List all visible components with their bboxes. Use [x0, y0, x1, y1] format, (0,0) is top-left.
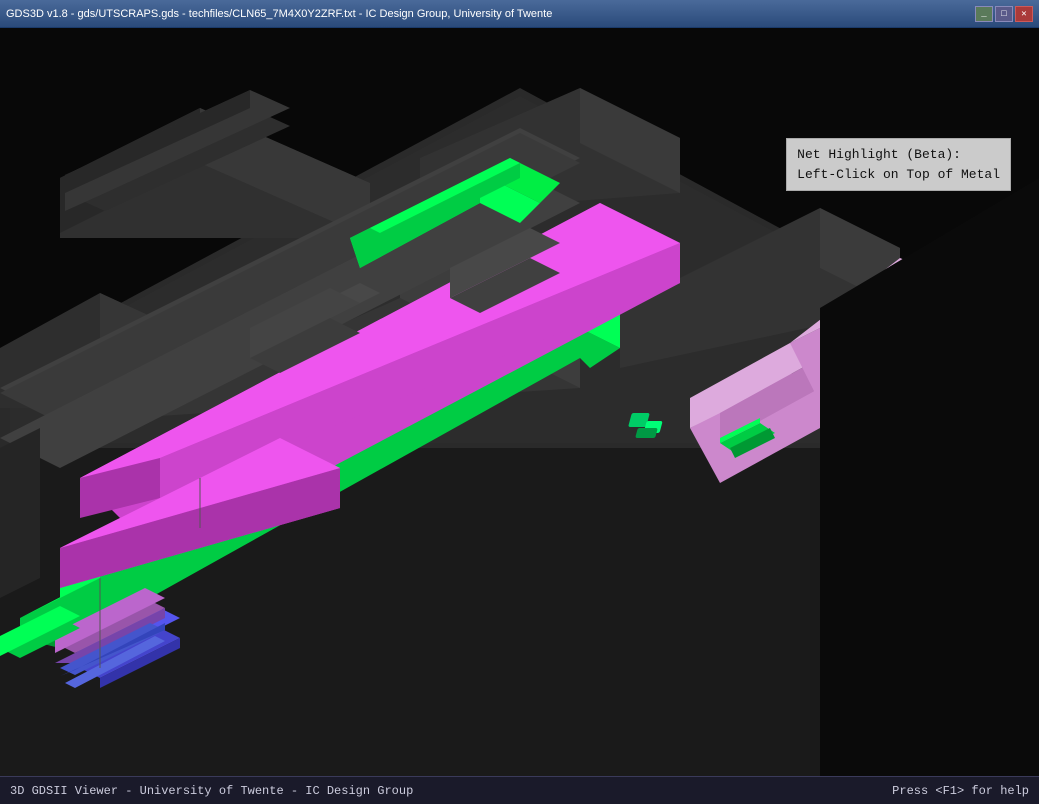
net-highlight-line2: Left-Click on Top of Metal	[797, 165, 1000, 185]
title-bar: GDS3D v1.8 - gds/UTSCRAPS.gds - techfile…	[0, 0, 1039, 28]
close-button[interactable]: ✕	[1015, 6, 1033, 22]
minimize-button[interactable]: _	[975, 6, 993, 22]
maximize-button[interactable]: □	[995, 6, 1013, 22]
status-bar: 3D GDSII Viewer - University of Twente -…	[0, 776, 1039, 804]
net-highlight-tooltip: Net Highlight (Beta): Left-Click on Top …	[786, 138, 1011, 191]
3d-viewport[interactable]: Net Highlight (Beta): Left-Click on Top …	[0, 28, 1039, 776]
status-left-text: 3D GDSII Viewer - University of Twente -…	[10, 784, 413, 798]
net-highlight-line1: Net Highlight (Beta):	[797, 145, 1000, 165]
status-right-text: Press <F1> for help	[892, 784, 1029, 798]
window-controls: _ □ ✕	[975, 6, 1033, 22]
window-title: GDS3D v1.8 - gds/UTSCRAPS.gds - techfile…	[6, 8, 552, 20]
